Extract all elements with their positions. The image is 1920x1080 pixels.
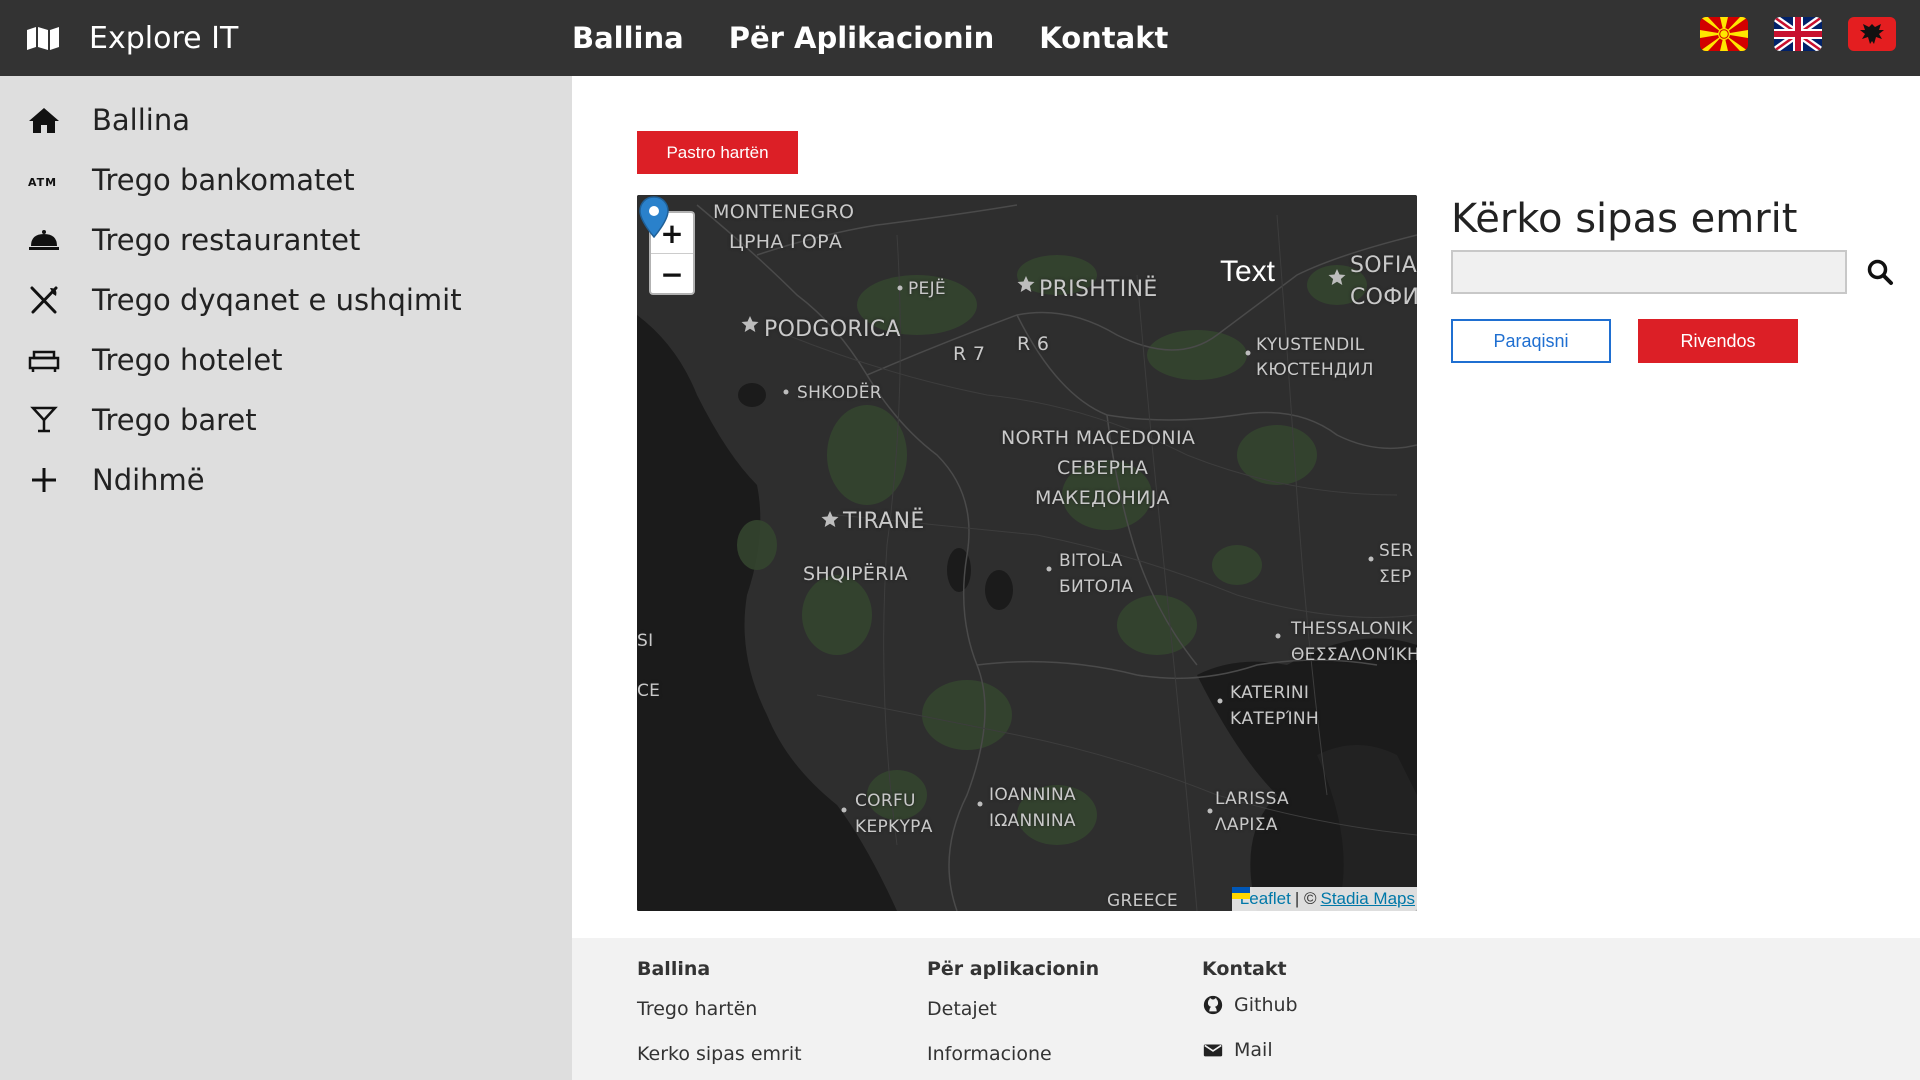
footer-heading-about: Për aplikacionin <box>927 958 1100 980</box>
sidebar-item-label: Trego baret <box>92 403 257 437</box>
macedonia-flag-icon[interactable] <box>1700 17 1748 51</box>
map-label-kyustendil-cyr: КЮСТЕНДИЛ <box>1256 360 1374 380</box>
language-switcher <box>1700 17 1896 51</box>
map-marker-icon[interactable] <box>637 195 671 239</box>
svg-text:ATM: ATM <box>28 176 57 189</box>
map-label-shkoder: SHKODËR <box>797 383 882 403</box>
show-button[interactable]: Paraqisni <box>1451 319 1611 363</box>
map-label-prishtine: PRISHTINË <box>1039 277 1158 302</box>
map-label-larissa-gr: ΛΑΡΙΣΑ <box>1215 815 1278 835</box>
map-label-serres: SER <box>1379 541 1414 561</box>
map-label-peje: PEJË <box>908 279 946 299</box>
reset-button[interactable]: Rivendos <box>1638 319 1798 363</box>
map-label-katerini: KATERINI <box>1230 683 1310 703</box>
zoom-out-button[interactable]: − <box>651 254 693 295</box>
sidebar-item-label: Ballina <box>92 103 190 137</box>
footer-link-show-map[interactable]: Trego hartën <box>637 998 757 1020</box>
map-view[interactable]: MONTENEGRO ЦРНА ГОРА PEJË PRISHTINË SOFI… <box>637 195 1417 911</box>
map-label-ce: CE <box>637 681 661 701</box>
map-label-larissa: LARISSA <box>1215 789 1289 809</box>
top-navbar: Explore IT Ballina Për Aplikacionin Kont… <box>0 0 1920 76</box>
stadia-maps-link[interactable]: Stadia Maps <box>1321 889 1416 909</box>
map-label-si: SI <box>637 631 654 651</box>
map-label-ioannina: IOANNINA <box>989 785 1076 805</box>
map-label-r6: R 6 <box>1017 333 1050 355</box>
search-title: Kërko sipas emrit <box>1451 196 1798 242</box>
footer-link-label: Github <box>1234 994 1298 1016</box>
footer-link-information[interactable]: Informacione <box>927 1043 1052 1065</box>
footer-heading-contact: Kontakt <box>1202 958 1287 980</box>
brand-title: Explore IT <box>89 20 239 56</box>
map-label-r7: R 7 <box>953 343 986 365</box>
sidebar-item-bars[interactable]: Trego baret <box>0 390 572 450</box>
nav-link-contact[interactable]: Kontakt <box>1039 21 1168 55</box>
main-nav: Ballina Për Aplikacionin Kontakt <box>572 0 1213 76</box>
utensils-icon <box>30 286 58 314</box>
atm-icon: ATM <box>28 176 57 189</box>
sidebar-item-food-shops[interactable]: Trego dyqanet e ushqimit <box>0 270 572 330</box>
map-label-thessaloniki-gr: ΘΕΣΣΑΛΟΝΊΚΗ <box>1291 645 1417 665</box>
search-icon[interactable] <box>1866 258 1894 286</box>
albania-flag-icon[interactable] <box>1848 17 1896 51</box>
nav-link-about[interactable]: Për Aplikacionin <box>729 21 995 55</box>
attribution-separator: | © <box>1294 889 1317 908</box>
footer-link-search-by-name[interactable]: Kerko sipas emrit <box>637 1043 802 1065</box>
uk-flag-icon[interactable] <box>1774 17 1822 51</box>
map-icon <box>27 27 59 50</box>
map-label-kyustendil: KYUSTENDIL <box>1256 335 1365 355</box>
sidebar-item-label: Trego dyqanet e ushqimit <box>92 283 462 317</box>
map-label-tirane: TIRANË <box>843 509 925 534</box>
footer-link-label: Mail <box>1234 1039 1273 1061</box>
sidebar-item-label: Ndihmë <box>92 463 205 497</box>
sidebar-item-help[interactable]: Ndihmë <box>0 450 572 510</box>
sofa-icon <box>28 350 60 372</box>
nav-link-home[interactable]: Ballina <box>572 21 684 55</box>
map-label-sofia-cyr: СОФИ <box>1350 285 1417 310</box>
cocktail-icon <box>30 406 58 433</box>
footer: Ballina Trego hartën Kerko sipas emrit P… <box>572 938 1920 1080</box>
home-icon <box>29 108 59 133</box>
clear-map-button[interactable]: Pastro hartën <box>637 131 798 174</box>
search-input[interactable] <box>1451 250 1847 294</box>
map-label-greece: GREECE <box>1107 891 1178 911</box>
cloche-icon <box>29 230 59 250</box>
map-label-montenegro: MONTENEGRO <box>713 201 855 223</box>
sidebar-item-atms[interactable]: ATM Trego bankomatet <box>0 150 572 210</box>
map-label-shqiperia: SHQIPËRIA <box>803 563 908 585</box>
sidebar-item-label: Trego restaurantet <box>92 223 361 257</box>
brand[interactable]: Explore IT <box>26 0 238 76</box>
sidebar-item-home[interactable]: Ballina <box>0 90 572 150</box>
map-label-montenegro-cyr: ЦРНА ГОРА <box>729 231 843 253</box>
ukraine-flag-icon <box>1231 887 1250 899</box>
map-label-serres-gr: ΣΕΡ <box>1379 567 1412 587</box>
sidebar-item-hotels[interactable]: Trego hotelet <box>0 330 572 390</box>
footer-link-github[interactable]: Github <box>1202 994 1298 1016</box>
map-label-katerini-gr: ΚΑΤΕΡΊΝΗ <box>1230 709 1319 729</box>
map-label-ioannina-gr: ΙΩΑΝΝΙΝΑ <box>989 811 1076 831</box>
sidebar: Ballina ATM Trego bankomatet Trego resta… <box>0 76 572 1080</box>
footer-link-mail[interactable]: Mail <box>1202 1039 1273 1061</box>
map-label-severna: СЕВЕРНА <box>1057 457 1149 479</box>
footer-heading-home: Ballina <box>637 958 711 980</box>
sidebar-item-restaurants[interactable]: Trego restaurantet <box>0 210 572 270</box>
map-label-bitola-cyr: БИТОЛА <box>1059 577 1134 597</box>
plus-icon <box>32 468 56 492</box>
map-label-bitola: BITOLA <box>1059 551 1123 571</box>
map-attribution: Leaflet | © Stadia Maps <box>1231 887 1417 911</box>
map-label-podgorica: PODGORICA <box>764 317 901 342</box>
map-overlay-text: Text <box>1220 255 1276 288</box>
mail-icon <box>1203 1044 1223 1057</box>
map-label-corfu-gr: ΚΕΡΚΥΡΑ <box>855 817 933 837</box>
map-label-thessaloniki: THESSALONIK <box>1291 619 1413 639</box>
footer-link-details[interactable]: Detajet <box>927 998 997 1020</box>
sidebar-item-label: Trego bankomatet <box>92 163 355 197</box>
sidebar-item-label: Trego hotelet <box>92 343 283 377</box>
github-icon <box>1203 995 1223 1015</box>
map-label-makedonija: МАКЕДОНИЈА <box>1035 487 1170 509</box>
map-label-corfu: CORFU <box>855 791 916 811</box>
map-label-sofia: SOFIA <box>1350 253 1417 278</box>
map-label-north-macedonia: NORTH MACEDONIA <box>1001 427 1196 449</box>
